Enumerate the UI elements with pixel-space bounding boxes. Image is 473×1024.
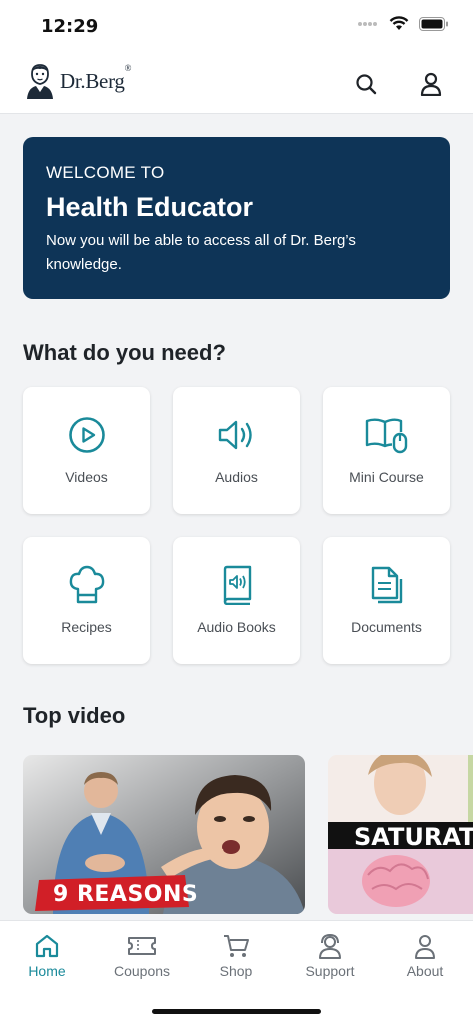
search-button[interactable]: [348, 66, 384, 102]
status-icons: [357, 16, 449, 31]
category-label: Mini Course: [349, 469, 424, 485]
tab-home[interactable]: Home: [7, 933, 87, 979]
user-icon: [420, 72, 442, 96]
chef-hat-icon: [67, 565, 107, 605]
tab-support[interactable]: Support: [290, 933, 370, 979]
thumbnail-overlay-text: 9 REASONS: [53, 882, 199, 907]
welcome-title: Health Educator: [46, 192, 254, 222]
welcome-kicker: WELCOME TO: [46, 163, 165, 182]
dr-berg-portrait-icon: [27, 64, 53, 99]
category-label: Audios: [215, 469, 258, 485]
status-time: 12:29: [41, 16, 99, 37]
battery-icon: [419, 16, 448, 31]
needs-section-title: What do you need?: [23, 340, 226, 365]
person-icon: [415, 935, 435, 959]
category-card-videos[interactable]: Videos: [23, 387, 150, 514]
tab-label: About: [406, 963, 444, 979]
brand-name: Dr.Berg®: [60, 63, 131, 94]
speaker-icon: [217, 415, 257, 455]
top-video-thumbnail[interactable]: 9 REASONS: [23, 755, 305, 914]
home-icon: [35, 934, 59, 958]
brand-logo[interactable]: Dr.Berg®: [24, 62, 131, 100]
category-card-audios[interactable]: Audios: [173, 387, 300, 514]
support-agent-icon: [319, 933, 341, 959]
brand-registered-mark: ®: [124, 62, 132, 73]
tab-label: Home: [28, 963, 66, 979]
welcome-text: Now you will be able to access all of Dr…: [46, 232, 356, 273]
status-bar: 12:29: [0, 0, 473, 52]
category-label: Documents: [351, 619, 422, 635]
documents-icon: [370, 565, 404, 605]
category-card-audio-books[interactable]: Audio Books: [173, 537, 300, 664]
thumbnail-overlay-text: SATURAT: [354, 823, 473, 851]
tab-about[interactable]: About: [385, 933, 465, 979]
category-card-mini-course[interactable]: Mini Course: [323, 387, 450, 514]
category-card-documents[interactable]: Documents: [323, 537, 450, 664]
profile-button[interactable]: [413, 66, 449, 102]
app-header: Dr.Berg®: [0, 52, 473, 114]
category-label: Recipes: [61, 619, 112, 635]
category-label: Videos: [65, 469, 108, 485]
welcome-banner: WELCOME TO Health Educator Now you will …: [23, 137, 450, 299]
audio-book-icon: [220, 565, 254, 605]
home-indicator: [152, 1009, 321, 1014]
category-card-recipes[interactable]: Recipes: [23, 537, 150, 664]
brand-name-text: Dr.Berg: [60, 68, 125, 93]
book-mouse-icon: [365, 415, 409, 455]
top-video-section-title: Top video: [23, 703, 126, 728]
tab-coupons[interactable]: Coupons: [102, 933, 182, 979]
tab-shop[interactable]: Shop: [196, 933, 276, 979]
play-circle-icon: [68, 415, 106, 455]
ticket-icon: [128, 937, 156, 955]
signal-icon: [358, 21, 377, 26]
tab-label: Support: [305, 963, 355, 979]
wifi-icon: [389, 16, 409, 30]
cart-icon: [224, 935, 249, 957]
tab-label: Coupons: [113, 963, 171, 979]
category-label: Audio Books: [197, 619, 276, 635]
video-thumbnail-2[interactable]: SATURAT: [328, 755, 473, 914]
tab-label: Shop: [219, 963, 253, 979]
search-icon: [356, 74, 377, 95]
